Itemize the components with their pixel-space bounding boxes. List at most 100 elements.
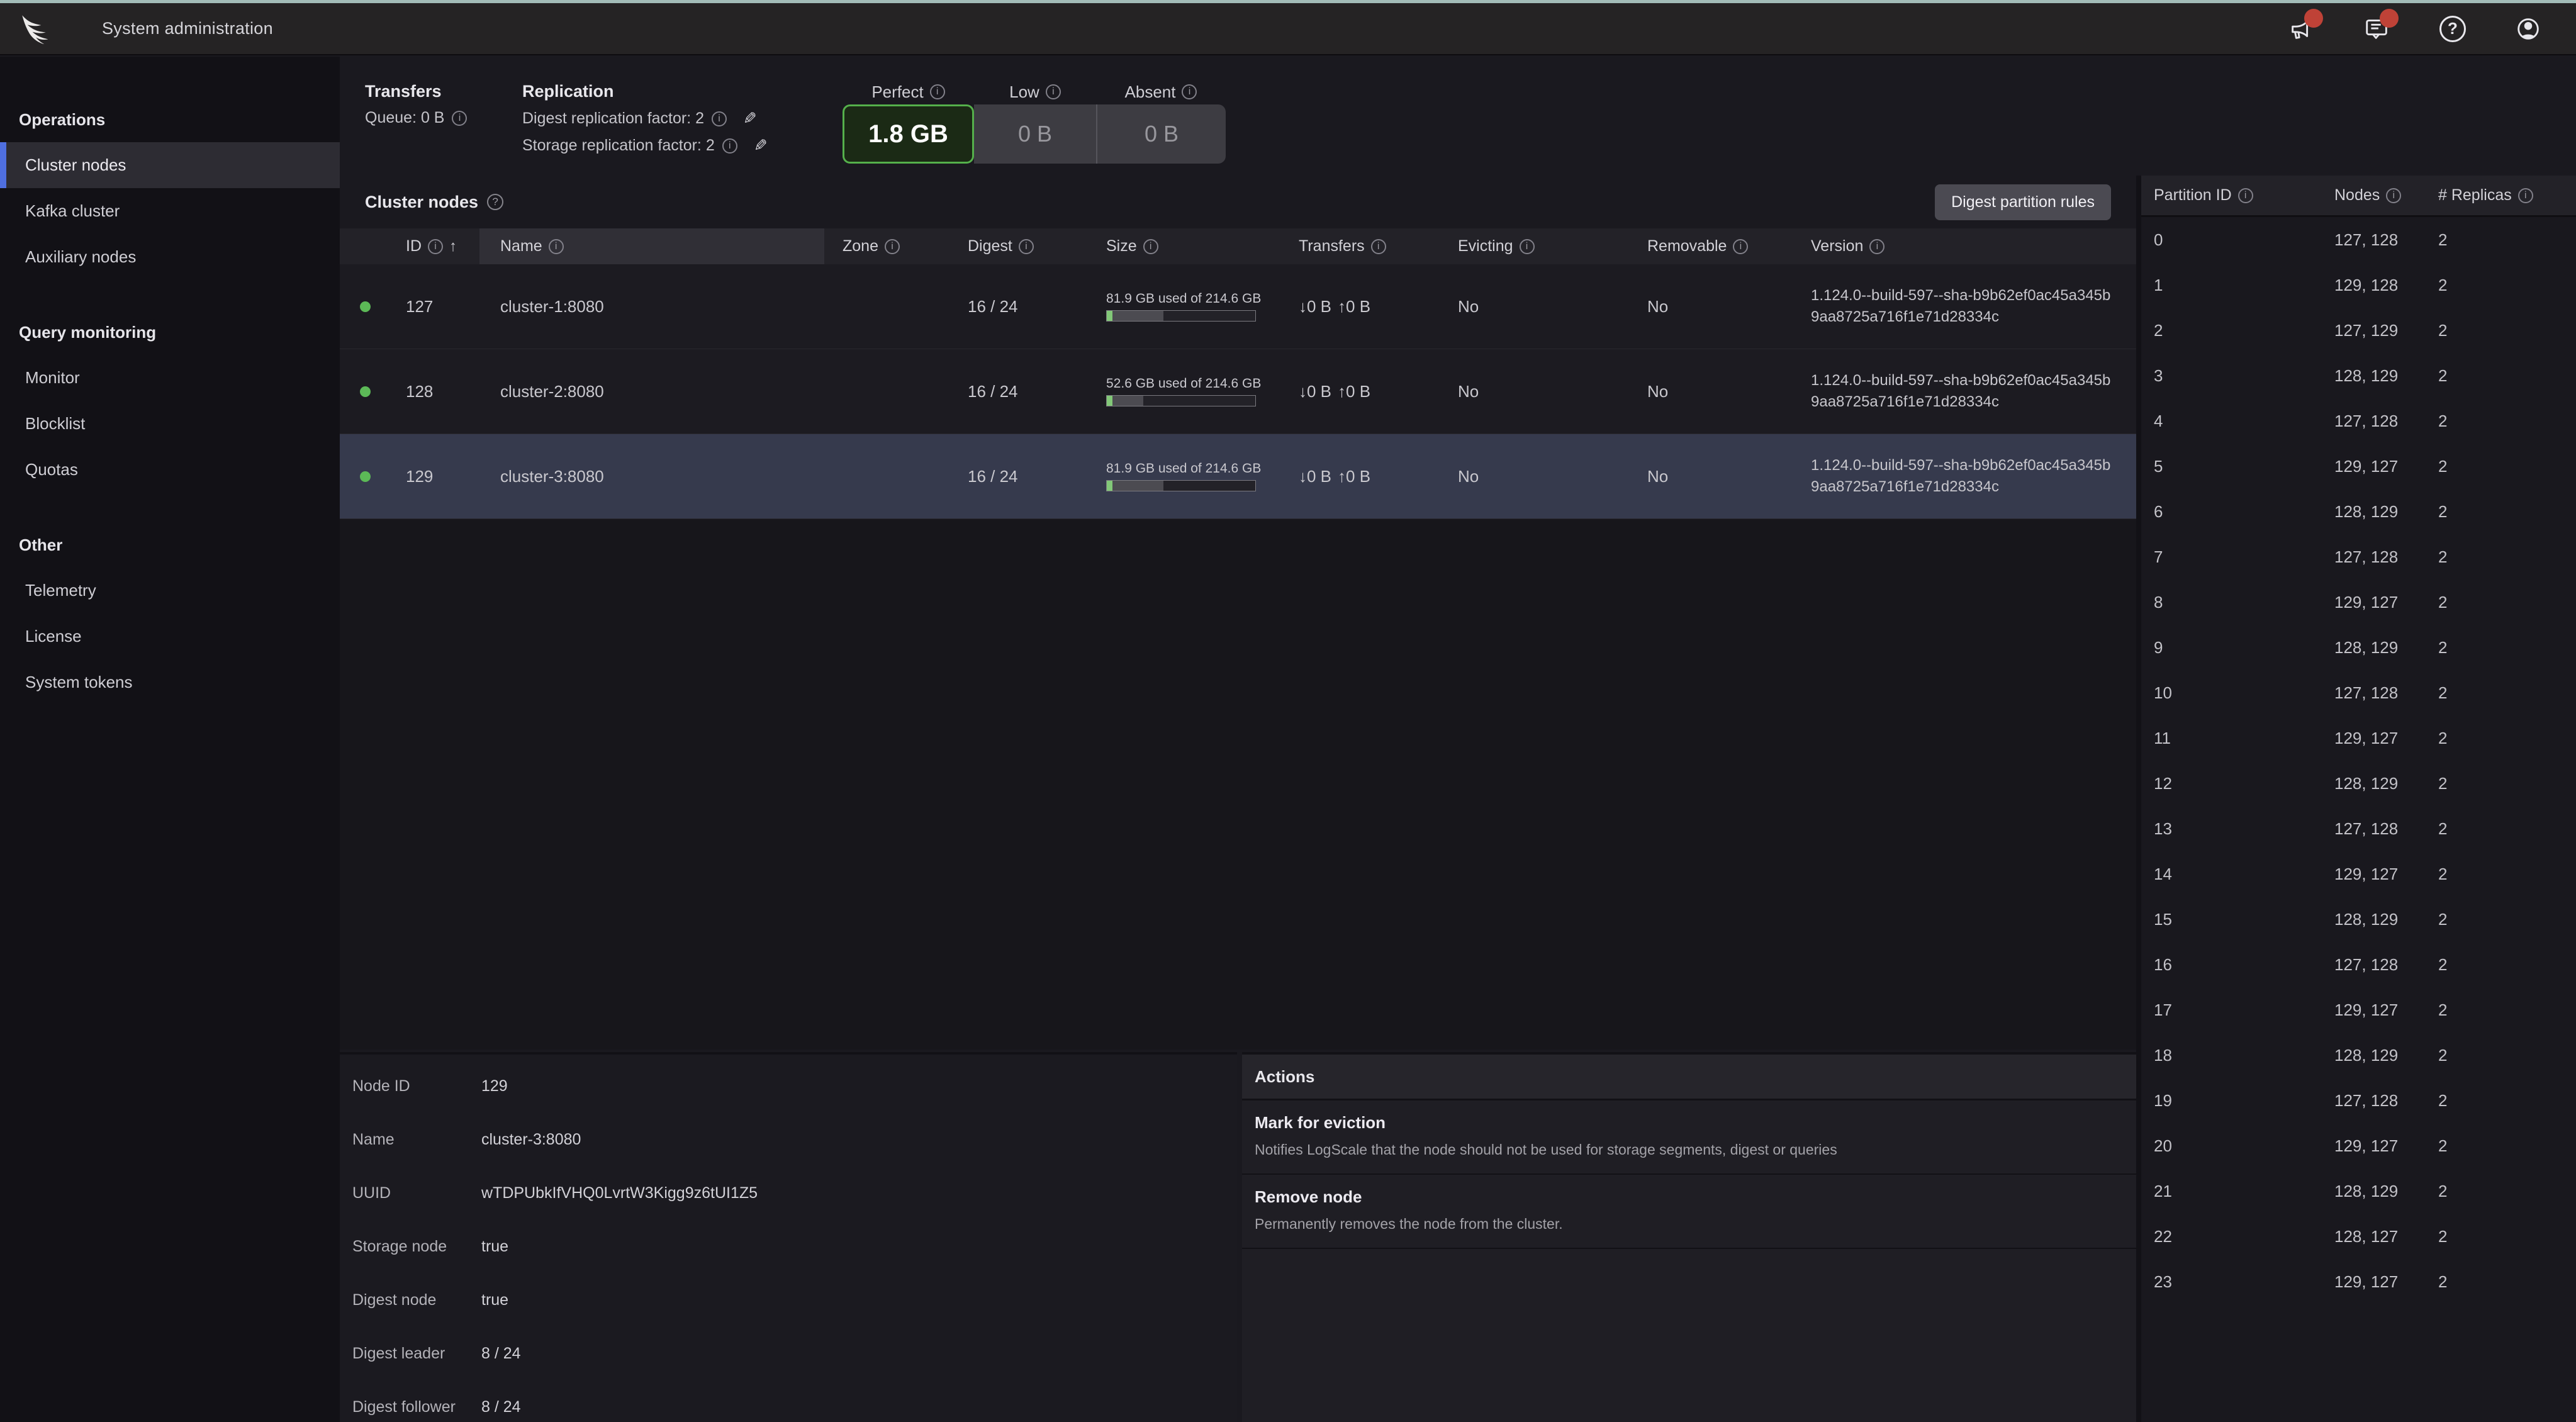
sidebar-item-cluster-nodes[interactable]: Cluster nodes (0, 142, 340, 188)
partition-row[interactable]: 5 129, 127 2 (2141, 444, 2576, 489)
node-removable-cell: No (1647, 382, 1811, 401)
edit-icon[interactable]: ✎ (754, 136, 768, 155)
info-icon[interactable]: i (1143, 239, 1158, 254)
partition-row[interactable]: 23 129, 127 2 (2141, 1259, 2576, 1304)
partition-row[interactable]: 19 127, 128 2 (2141, 1078, 2576, 1123)
partition-row[interactable]: 2 127, 129 2 (2141, 308, 2576, 353)
sidebar-item-blocklist[interactable]: Blocklist (0, 401, 340, 447)
partition-nodes-cell: 127, 128 (2322, 1091, 2426, 1111)
info-icon[interactable]: i (1733, 239, 1748, 254)
partition-row[interactable]: 17 129, 127 2 (2141, 987, 2576, 1033)
help-icon[interactable]: ? (487, 194, 503, 210)
partition-nodes-cell: 128, 129 (2322, 1182, 2426, 1201)
partition-row[interactable]: 21 128, 129 2 (2141, 1168, 2576, 1214)
node-size-cell: 52.6 GB used of 214.6 GB (1106, 376, 1299, 406)
digest-replication-factor: Digest replication factor: 2 (522, 109, 704, 128)
partition-row[interactable]: 15 128, 129 2 (2141, 897, 2576, 942)
partition-nodes-cell: 129, 128 (2322, 276, 2426, 295)
info-icon[interactable]: i (1046, 84, 1061, 99)
cluster-node-row[interactable]: 129 cluster-3:8080 16 / 24 81.9 GB used … (340, 434, 2136, 519)
detail-value: cluster-3:8080 (481, 1131, 1237, 1149)
partition-replicas-cell: 2 (2426, 865, 2576, 884)
avatar-icon[interactable] (2513, 14, 2543, 44)
partition-row[interactable]: 7 127, 128 2 (2141, 534, 2576, 579)
node-detail-row: UUID wTDPUbkIfVHQ0LvrtW3Kigg9z6tUI1Z5 (340, 1167, 1237, 1220)
partition-row[interactable]: 10 127, 128 2 (2141, 670, 2576, 715)
info-icon[interactable]: i (885, 239, 900, 254)
partition-row[interactable]: 4 127, 128 2 (2141, 398, 2576, 444)
partition-row[interactable]: 9 128, 129 2 (2141, 625, 2576, 670)
partition-row[interactable]: 3 128, 129 2 (2141, 353, 2576, 398)
partition-row[interactable]: 11 129, 127 2 (2141, 715, 2576, 761)
node-detail-row: Storage node true (340, 1220, 1237, 1274)
partition-row[interactable]: 12 128, 129 2 (2141, 761, 2576, 806)
chat-icon[interactable] (2362, 14, 2392, 44)
info-icon[interactable]: i (930, 84, 945, 99)
column-header-digest[interactable]: Digest i (968, 228, 1106, 264)
partition-row[interactable]: 18 128, 129 2 (2141, 1033, 2576, 1078)
info-icon[interactable]: i (428, 239, 443, 254)
partition-row[interactable]: 14 129, 127 2 (2141, 851, 2576, 897)
info-icon[interactable]: i (549, 239, 564, 254)
crowdstrike-falcon-logo[interactable] (18, 11, 54, 47)
column-header-nodes[interactable]: Nodes i (2322, 186, 2426, 204)
partition-id-cell: 20 (2141, 1136, 2322, 1156)
partition-row[interactable]: 16 127, 128 2 (2141, 942, 2576, 987)
partition-row[interactable]: 6 128, 129 2 (2141, 489, 2576, 534)
column-header-zone[interactable]: Zone i (824, 228, 968, 264)
column-header-version[interactable]: Version i (1811, 228, 2136, 264)
announcements-icon[interactable] (2287, 14, 2317, 44)
partition-nodes-cell: 129, 127 (2322, 457, 2426, 476)
column-header-transfers[interactable]: Transfers i (1299, 228, 1458, 264)
sidebar-item-system-tokens[interactable]: System tokens (0, 659, 340, 705)
sidebar-item-license[interactable]: License (0, 613, 340, 659)
partition-row[interactable]: 8 129, 127 2 (2141, 579, 2576, 625)
partition-row[interactable]: 20 129, 127 2 (2141, 1123, 2576, 1168)
edit-icon[interactable]: ✎ (743, 109, 757, 128)
node-name-cell: cluster-3:8080 (479, 467, 824, 486)
column-header-id[interactable]: ID i ↑ (390, 228, 479, 264)
partition-replicas-cell: 2 (2426, 1227, 2576, 1246)
column-header-evicting[interactable]: Evicting i (1458, 228, 1647, 264)
info-icon[interactable]: i (452, 111, 467, 126)
partition-replicas-cell: 2 (2426, 502, 2576, 522)
transfers-in: ↓0 B (1299, 382, 1331, 401)
help-icon[interactable]: ? (2438, 14, 2468, 44)
column-header-name[interactable]: Name i (479, 228, 824, 264)
node-digest-cell: 16 / 24 (968, 467, 1106, 486)
partition-row[interactable]: 1 129, 128 2 (2141, 262, 2576, 308)
partition-row[interactable]: 13 127, 128 2 (2141, 806, 2576, 851)
info-icon[interactable]: i (1869, 239, 1884, 254)
column-header-replicas[interactable]: # Replicas i (2426, 186, 2576, 204)
column-header-size[interactable]: Size i (1106, 228, 1299, 264)
digest-partition-rules-button[interactable]: Digest partition rules (1935, 184, 2111, 220)
info-icon[interactable]: i (722, 138, 737, 154)
detail-label: Digest leader (352, 1345, 481, 1363)
sidebar-item-auxiliary-nodes[interactable]: Auxiliary nodes (0, 234, 340, 280)
column-header-partition-id[interactable]: Partition ID i (2141, 186, 2322, 204)
sidebar-item-kafka-cluster[interactable]: Kafka cluster (0, 188, 340, 234)
info-icon[interactable]: i (2518, 188, 2533, 203)
action-item[interactable]: Remove node Permanently removes the node… (1242, 1175, 2136, 1249)
info-icon[interactable]: i (1182, 84, 1197, 99)
partition-nodes-cell: 128, 129 (2322, 638, 2426, 658)
sidebar-item-quotas[interactable]: Quotas (0, 447, 340, 493)
info-icon[interactable]: i (1520, 239, 1535, 254)
info-icon[interactable]: i (2238, 188, 2253, 203)
sidebar-item-monitor[interactable]: Monitor (0, 355, 340, 401)
info-icon[interactable]: i (1371, 239, 1386, 254)
partition-row[interactable]: 0 127, 128 2 (2141, 217, 2576, 262)
partition-table-header: Partition ID i Nodes i # Replicas i (2141, 176, 2576, 217)
column-header-removable[interactable]: Removable i (1647, 228, 1811, 264)
info-icon[interactable]: i (2386, 188, 2401, 203)
partition-nodes-cell: 127, 128 (2322, 230, 2426, 250)
action-item[interactable]: Mark for eviction Notifies LogScale that… (1242, 1100, 2136, 1175)
cluster-node-row[interactable]: 128 cluster-2:8080 16 / 24 52.6 GB used … (340, 349, 2136, 434)
sidebar-item-telemetry[interactable]: Telemetry (0, 568, 340, 613)
partition-row[interactable]: 22 128, 127 2 (2141, 1214, 2576, 1259)
partition-id-cell: 9 (2141, 638, 2322, 658)
info-icon[interactable]: i (1019, 239, 1034, 254)
partition-id-cell: 10 (2141, 683, 2322, 703)
info-icon[interactable]: i (712, 111, 727, 126)
cluster-node-row[interactable]: 127 cluster-1:8080 16 / 24 81.9 GB used … (340, 264, 2136, 349)
